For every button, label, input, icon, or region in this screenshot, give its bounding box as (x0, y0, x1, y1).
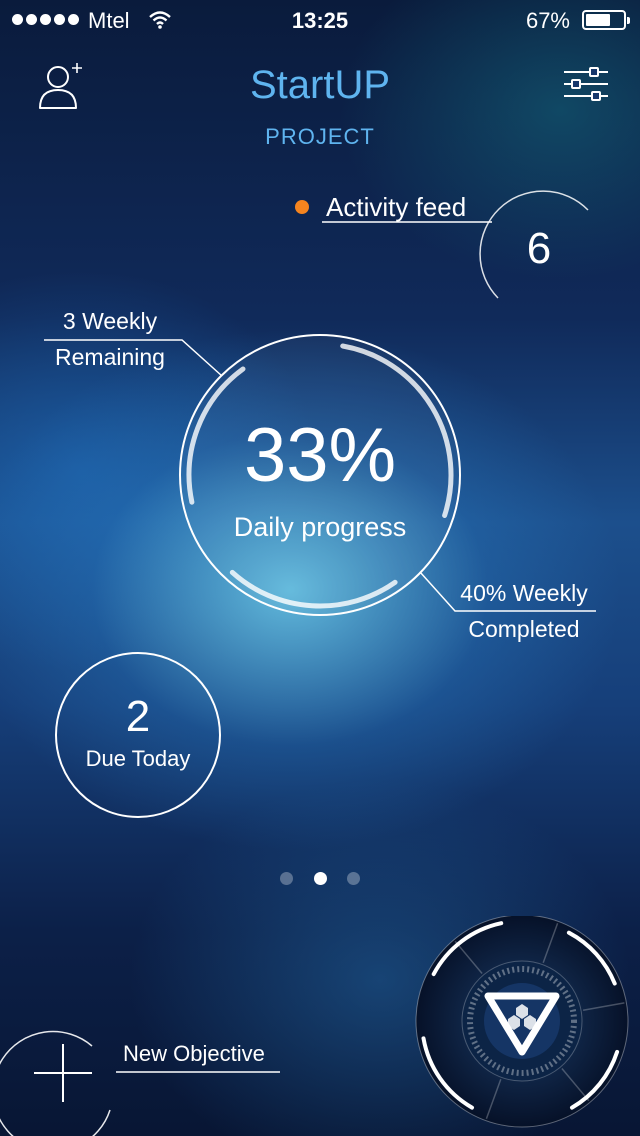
page-dot[interactable] (280, 872, 293, 885)
page-dot[interactable] (347, 872, 360, 885)
daily-progress-percent: 33% (243, 413, 397, 498)
battery-percent: 67% (525, 8, 570, 33)
notification-dot (295, 200, 309, 214)
battery-icon (582, 10, 630, 30)
battery-fill (586, 14, 611, 26)
status-bar: Mtel 13:25 67% (0, 0, 640, 40)
new-objective-label[interactable]: New Objective (123, 1041, 265, 1067)
settings-sliders-icon[interactable] (562, 66, 610, 102)
weekly-completed-label: Completed (468, 616, 580, 642)
plus-icon[interactable] (32, 1042, 94, 1104)
activity-count[interactable]: 6 (489, 224, 589, 274)
app-title: StartUP (249, 63, 391, 107)
project-subtitle: PROJECT (265, 124, 375, 149)
weekly-remaining-label: Remaining (55, 344, 165, 370)
hexagon-logo-icon[interactable] (480, 986, 564, 1060)
weekly-remaining-count: 3 Weekly (62, 308, 158, 334)
due-today-label: Due Today (85, 746, 191, 771)
page-dot[interactable] (313, 872, 327, 885)
daily-progress-caption: Daily progress (233, 512, 407, 542)
weekly-completed-percent: 40% Weekly (460, 580, 588, 606)
page-indicator[interactable] (280, 872, 360, 886)
due-today-count: 2 (125, 692, 151, 741)
